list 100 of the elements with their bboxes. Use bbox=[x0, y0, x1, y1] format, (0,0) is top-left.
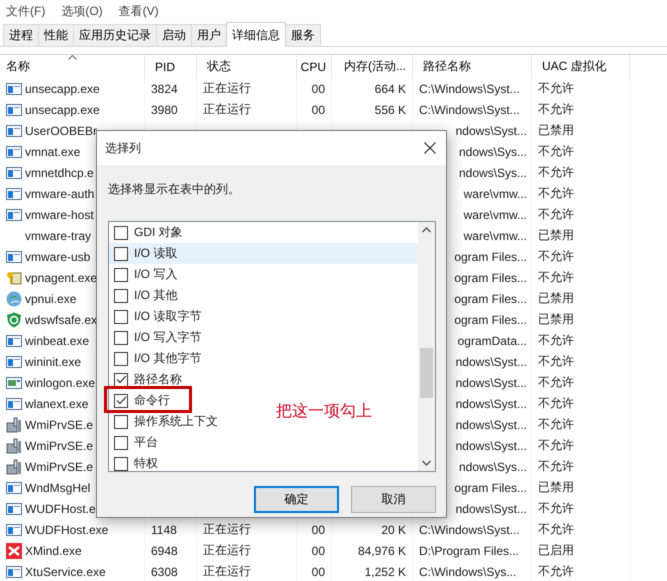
app-window-icon bbox=[6, 354, 22, 370]
checkbox-label[interactable]: I/O 读取 bbox=[134, 245, 178, 262]
checkbox-label[interactable]: GDI 对象 bbox=[134, 224, 183, 241]
ok-button[interactable]: 确定 bbox=[254, 486, 339, 513]
window-icon bbox=[6, 374, 22, 390]
table-cell: ware\vmw... bbox=[464, 208, 527, 222]
table-cell: 不允许 bbox=[538, 437, 574, 454]
table-cell: 00 bbox=[312, 564, 325, 578]
checkbox[interactable] bbox=[114, 330, 128, 344]
column-header[interactable]: 内存(活动... bbox=[332, 55, 413, 78]
table-cell: 正在运行 bbox=[203, 563, 251, 580]
table-cell: WmiPrvSE.e bbox=[25, 460, 94, 474]
scrollbar-thumb[interactable] bbox=[420, 348, 433, 398]
menu-item[interactable]: 查看(V) bbox=[118, 2, 159, 20]
table-cell: 6308 bbox=[151, 564, 178, 578]
column-header[interactable]: 路径名称 bbox=[413, 55, 532, 78]
table-cell: WmiPrvSE.e bbox=[25, 438, 94, 452]
tab[interactable]: 应用历史记录 bbox=[73, 24, 157, 46]
checkbox-label[interactable]: I/O 写入 bbox=[134, 266, 178, 283]
cancel-button[interactable]: 取消 bbox=[351, 486, 436, 513]
tab[interactable]: 性能 bbox=[38, 24, 74, 46]
column-header[interactable]: PID bbox=[145, 55, 197, 78]
table-cell: ogramData... bbox=[458, 334, 527, 348]
table-cell: 不允许 bbox=[538, 80, 574, 97]
checkbox-label[interactable]: 特权 bbox=[134, 455, 158, 472]
checkbox-label[interactable]: 路径名称 bbox=[134, 371, 182, 388]
checkbox-label[interactable]: I/O 其他字节 bbox=[134, 350, 202, 367]
table-cell: 不允许 bbox=[538, 458, 574, 475]
checkbox-label[interactable]: I/O 写入字节 bbox=[134, 329, 202, 346]
table-cell: XMind.exe bbox=[25, 544, 82, 558]
checkbox[interactable] bbox=[114, 352, 128, 366]
cross-icon bbox=[6, 542, 22, 558]
table-cell: ware\vmw... bbox=[464, 186, 527, 200]
table-cell: ndows\Syst... bbox=[456, 438, 527, 452]
table-cell: vpnui.exe bbox=[25, 292, 76, 306]
checkbox-label[interactable]: 平台 bbox=[134, 434, 158, 451]
checkbox[interactable] bbox=[114, 310, 128, 324]
checkbox[interactable] bbox=[114, 268, 128, 282]
scrollbar[interactable] bbox=[418, 222, 435, 471]
close-icon[interactable] bbox=[424, 142, 436, 154]
globe-icon bbox=[6, 290, 22, 306]
checkbox[interactable] bbox=[114, 226, 128, 240]
checkbox-label[interactable]: I/O 其他 bbox=[134, 287, 178, 304]
checkbox[interactable] bbox=[114, 372, 128, 386]
table-cell: 556 K bbox=[374, 102, 406, 116]
table-cell: unsecapp.exe bbox=[25, 82, 100, 96]
table-cell: vmware-usb bbox=[25, 250, 90, 264]
scroll-up-icon[interactable] bbox=[422, 227, 431, 233]
tab[interactable]: 服务 bbox=[285, 24, 321, 46]
table-cell: ogram Files... bbox=[454, 312, 527, 326]
table-cell: ndows\Sys... bbox=[458, 166, 527, 180]
column-header[interactable]: CPU bbox=[297, 55, 332, 78]
table-cell: WmiPrvSE.e bbox=[25, 418, 94, 432]
app-window-icon bbox=[6, 396, 22, 412]
table-cell: 已禁用 bbox=[538, 479, 574, 496]
table-cell: 正在运行 bbox=[203, 101, 251, 118]
tab[interactable]: 详细信息 bbox=[226, 22, 286, 47]
checkbox-label[interactable]: 操作系统上下文 bbox=[134, 413, 218, 430]
checkbox-label[interactable]: I/O 读取字节 bbox=[134, 308, 202, 325]
table-cell: 3824 bbox=[151, 82, 178, 96]
column-header[interactable]: 状态 bbox=[197, 55, 297, 78]
menu-item[interactable]: 选项(O) bbox=[61, 2, 103, 20]
checkbox[interactable] bbox=[114, 288, 128, 302]
checkbox[interactable] bbox=[114, 436, 128, 450]
shield-icon bbox=[6, 312, 22, 328]
table-cell: 00 bbox=[312, 102, 325, 116]
table-cell: ndows\Sys... bbox=[458, 144, 527, 158]
tab[interactable]: 用户 bbox=[191, 24, 227, 46]
app-window-icon bbox=[6, 80, 22, 96]
table-cell: vmnat.exe bbox=[25, 144, 80, 158]
checkbox[interactable] bbox=[114, 394, 128, 408]
table-cell: vpnagent.exe bbox=[25, 270, 98, 284]
table-cell: 不允许 bbox=[538, 521, 574, 538]
table-cell: 不允许 bbox=[538, 269, 574, 286]
checkbox-label[interactable]: 命令行 bbox=[134, 392, 170, 409]
tab[interactable]: 进程 bbox=[3, 24, 39, 46]
table-cell: 不允许 bbox=[538, 332, 574, 349]
menu-item[interactable]: 文件(F) bbox=[6, 2, 46, 20]
checkbox[interactable] bbox=[114, 456, 128, 470]
table-cell: 3980 bbox=[151, 102, 178, 116]
table-cell: C:\Windows\Sys... bbox=[419, 564, 516, 578]
table-cell: C:\Windows\Syst... bbox=[419, 102, 520, 116]
table-cell: ogram Files... bbox=[454, 480, 527, 494]
table-cell: ndows\Syst... bbox=[456, 376, 527, 390]
table-cell: wlanext.exe bbox=[25, 396, 88, 410]
table-cell: 1,252 K bbox=[364, 564, 406, 578]
app-window-icon bbox=[6, 122, 22, 138]
table-cell: ndows\Syst... bbox=[456, 124, 527, 138]
table-cell: XtuService.exe bbox=[25, 564, 106, 578]
column-header[interactable]: 名称 bbox=[0, 55, 145, 78]
checkbox[interactable] bbox=[114, 414, 128, 428]
table-cell: ogram Files... bbox=[454, 270, 527, 284]
table-cell: 84,976 K bbox=[358, 544, 406, 558]
table-cell: 664 K bbox=[374, 82, 406, 96]
checkbox[interactable] bbox=[114, 246, 128, 260]
tab[interactable]: 启动 bbox=[156, 24, 192, 46]
column-header[interactable]: UAC 虚拟化 bbox=[532, 55, 630, 78]
scroll-down-icon[interactable] bbox=[422, 460, 431, 466]
table-cell: 20 K bbox=[381, 522, 406, 536]
app-window-icon bbox=[6, 332, 22, 348]
